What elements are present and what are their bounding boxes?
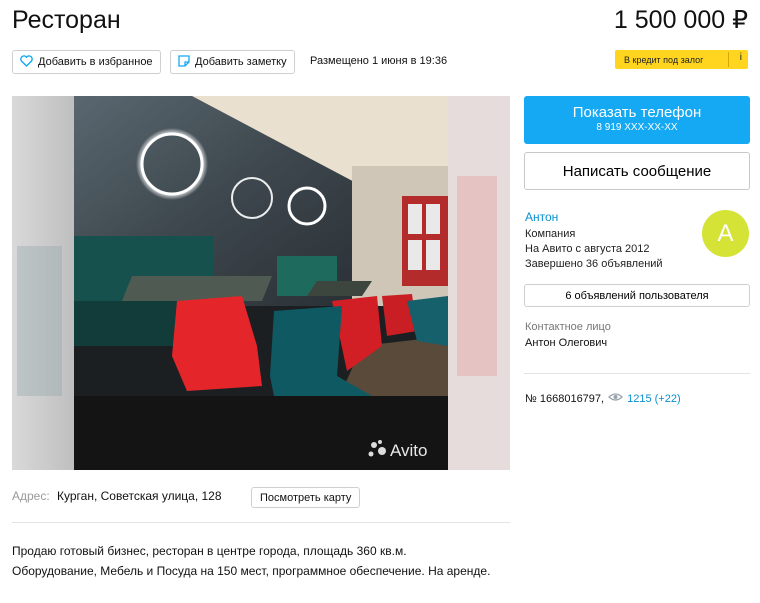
page-title: Ресторан xyxy=(12,6,121,34)
listing-photo[interactable]: Avito xyxy=(12,96,510,470)
ad-number: № 1668016797, xyxy=(525,392,605,405)
seller-completed: Завершено 36 объявлений xyxy=(525,258,663,270)
add-note-button[interactable]: Добавить заметку xyxy=(170,50,295,74)
add-note-label: Добавить заметку xyxy=(195,56,287,68)
price: 1 500 000 ₽ xyxy=(613,6,748,34)
note-icon xyxy=(178,54,190,70)
user-ads-button[interactable]: 6 объявлений пользователя xyxy=(524,284,750,307)
divider xyxy=(524,373,750,374)
seller-name-link[interactable]: Антон xyxy=(525,210,558,224)
restaurant-photo-image: Avito xyxy=(12,96,510,470)
svg-text:Avito: Avito xyxy=(390,441,428,460)
seller-since: На Авито с августа 2012 xyxy=(525,243,650,255)
show-phone-button[interactable]: Показать телефон 8 919 XXX-XX-XX xyxy=(524,96,750,144)
contact-person-label: Контактное лицо xyxy=(525,321,611,333)
heart-icon xyxy=(20,54,33,70)
posted-date: Размещено 1 июня в 19:36 xyxy=(310,55,448,67)
address-label: Адрес: xyxy=(12,489,50,503)
contact-person-name: Антон Олегович xyxy=(525,337,608,349)
view-map-button[interactable]: Посмотреть карту xyxy=(251,487,361,508)
seller-type: Компания xyxy=(525,228,576,240)
view-count: 1215 (+22) xyxy=(627,392,681,405)
add-to-favorites-button[interactable]: Добавить в избранное xyxy=(12,50,161,74)
write-message-button[interactable]: Написать сообщение xyxy=(524,152,750,190)
ad-meta: № 1668016797, 1215 (+22) xyxy=(525,392,681,405)
credit-label: В кредит под залог xyxy=(624,54,704,65)
eye-icon xyxy=(608,392,623,405)
credit-divider xyxy=(728,52,729,67)
credit-button[interactable]: В кредит под залог i xyxy=(615,50,748,69)
address-value: Курган, Советская улица, 128 xyxy=(57,489,222,503)
divider xyxy=(12,522,510,523)
avatar[interactable]: А xyxy=(702,210,749,257)
info-icon[interactable]: i xyxy=(740,52,742,63)
add-to-favorites-label: Добавить в избранное xyxy=(38,56,153,68)
show-phone-label: Показать телефон xyxy=(572,104,702,121)
listing-description: Продаю готовый бизнес, ресторан в центре… xyxy=(12,544,491,578)
masked-phone: 8 919 XXX-XX-XX xyxy=(596,122,678,133)
